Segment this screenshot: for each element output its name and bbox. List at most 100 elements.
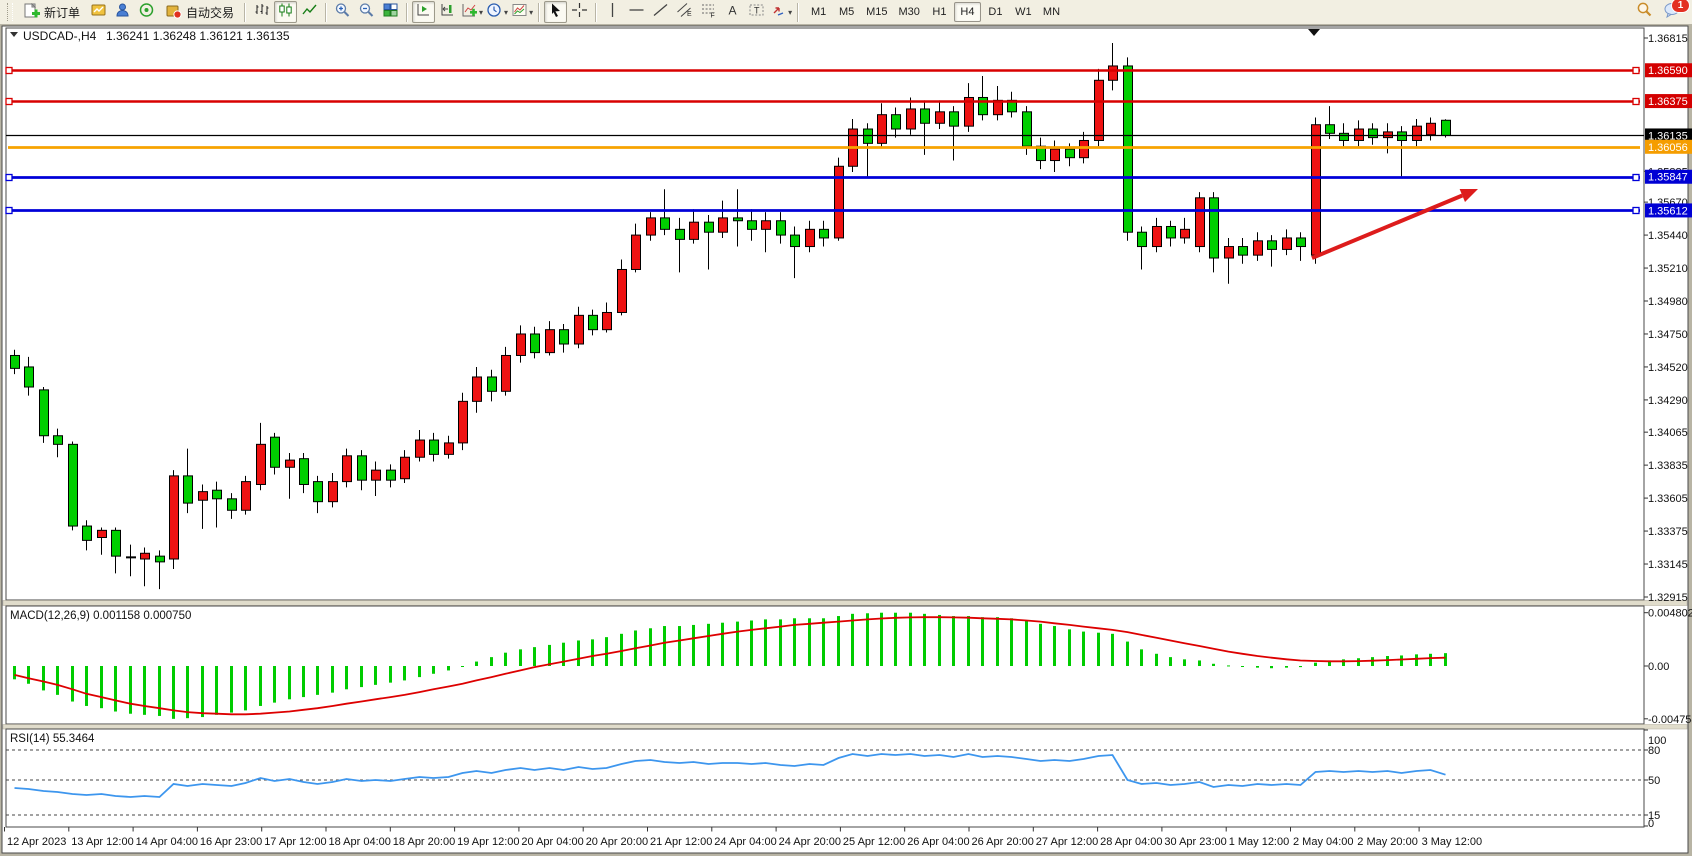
price-axis-label: 1.32915 [1648,592,1688,604]
horizontal-line-tool-button[interactable] [625,1,648,23]
line-handle[interactable] [1633,99,1639,105]
macd-histogram-bar [186,666,189,718]
chevron-down-icon: ▾ [529,8,533,17]
macd-histogram-bar [967,616,970,666]
periods-button[interactable]: ▾ [485,1,509,23]
main-pane[interactable] [6,28,1644,600]
price-axis-label: 1.33835 [1648,460,1688,472]
candle-body [546,330,555,353]
candle-body [1210,198,1219,258]
auto-scroll-button[interactable] [412,1,435,23]
date-axis-label: 27 Apr 12:00 [1036,836,1098,848]
macd-histogram-bar [85,666,88,706]
timeframe-group: M1M5M15M30H1H4D1W1MN [805,2,1065,22]
text-label-tool-button[interactable]: T [745,1,768,23]
candle-body [184,476,193,503]
date-axis-label: 3 May 12:00 [1422,836,1483,848]
macd-histogram-bar [1198,660,1201,666]
cursor-tool-button[interactable] [544,1,567,23]
line-handle[interactable] [6,99,12,105]
line-handle[interactable] [1633,208,1639,214]
price-axis-label: 1.36815 [1648,33,1688,45]
clock-icon [486,2,503,23]
timeframe-button-m1[interactable]: M1 [805,2,832,22]
timeframe-button-w1[interactable]: W1 [1010,2,1037,22]
candle-body [286,460,295,467]
chart-shift-button[interactable] [436,1,459,23]
line-handle[interactable] [6,175,12,181]
rsi-pane[interactable] [6,729,1644,827]
rsi-axis-label: 50 [1648,775,1660,787]
macd-histogram-bar [822,618,825,666]
macd-histogram-bar [345,666,348,689]
crosshair-tool-button[interactable] [568,1,591,23]
macd-histogram-bar [389,666,392,683]
price-chart[interactable]: 1.368151.358851.356701.354401.352101.349… [0,25,1692,856]
text-tool-button[interactable]: A [721,1,744,23]
timeframe-button-h1[interactable]: H1 [926,2,953,22]
candle-body [40,390,49,436]
candle-body [1080,140,1089,157]
timeframe-button-h4[interactable]: H4 [954,2,981,22]
equidistant-channel-tool-button[interactable]: E [673,1,696,23]
fibonacci-tool-button[interactable]: F [697,1,720,23]
trendline-tool-button[interactable] [649,1,672,23]
bar-chart-mode-button[interactable] [250,1,273,23]
pane-splitter[interactable] [3,725,1687,730]
candle-body [430,440,439,454]
toolbar-separator [406,3,408,22]
templates-button[interactable]: ▾ [510,1,534,23]
templates-icon [511,2,528,23]
candle-body [401,457,410,478]
line-handle[interactable] [6,68,12,74]
timeframe-button-m5[interactable]: M5 [833,2,860,22]
application-window: 新订单 自动交易 [0,0,1692,856]
zoom-in-button[interactable] [331,1,354,23]
candle-body [387,470,396,480]
macd-histogram-bar [1140,649,1143,666]
terminal-button[interactable] [135,1,158,23]
macd-histogram-bar [1097,633,1100,666]
date-axis-label: 16 Apr 23:00 [200,836,262,848]
toolbar-grip[interactable] [7,3,13,21]
pane-splitter[interactable] [3,601,1687,606]
line-handle[interactable] [1633,68,1639,74]
price-level-label-text: 1.36375 [1648,96,1688,108]
text-label-icon: T [748,2,765,23]
text-a-icon: A [724,2,741,23]
arrows-tool-button[interactable]: ▾ [769,1,793,23]
timeframe-button-m30[interactable]: M30 [894,2,925,22]
candle-body [141,553,150,559]
macd-histogram-bar [1068,629,1071,666]
line-chart-mode-button[interactable] [298,1,321,23]
macd-histogram-bar [938,615,941,666]
candle-body [156,556,165,562]
candle-body [531,334,540,353]
auto-trading-button[interactable]: 自动交易 [159,1,240,23]
timeframe-button-d1[interactable]: D1 [982,2,1009,22]
price-axis-label: 1.34520 [1648,362,1688,374]
search-button[interactable] [1632,1,1655,23]
macd-histogram-bar [13,666,16,679]
zoom-out-button[interactable] [355,1,378,23]
crosshair-icon [571,2,588,23]
line-handle[interactable] [6,208,12,214]
chart-window-button[interactable] [87,1,110,23]
macd-histogram-bar [418,666,421,677]
navigator-button[interactable] [111,1,134,23]
timeframe-button-m15[interactable]: M15 [861,2,892,22]
notifications-button[interactable]: 1 [1661,1,1684,23]
new-order-button[interactable]: 新订单 [17,1,86,23]
vertical-line-tool-button[interactable] [601,1,624,23]
candle-chart-mode-button[interactable] [274,1,297,23]
line-handle[interactable] [1633,175,1639,181]
price-axis-label: 1.33145 [1648,559,1688,571]
tile-windows-button[interactable] [379,1,402,23]
date-axis-label: 14 Apr 04:00 [136,836,198,848]
auto-scroll-icon [415,2,432,23]
timeframe-button-mn[interactable]: MN [1038,2,1065,22]
date-axis-label: 28 Apr 04:00 [1100,836,1162,848]
candle-body [676,229,685,239]
candle-body [589,315,598,329]
indicators-button[interactable]: ▾ [460,1,484,23]
